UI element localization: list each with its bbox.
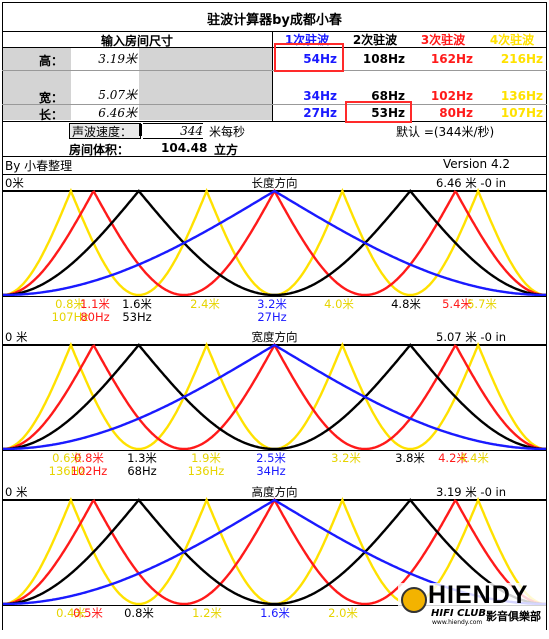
node-frequency-label: 136Hz bbox=[187, 464, 225, 478]
height-freq-4: 216Hz bbox=[500, 52, 543, 66]
version-text: Version 4.2 bbox=[443, 157, 511, 171]
credit-text: By 小春整理 bbox=[5, 159, 73, 173]
volume-value: 104.48 bbox=[161, 141, 208, 155]
mode-header-2: 2次驻波 bbox=[352, 33, 398, 47]
node-frequency-label: 102Hz bbox=[70, 464, 108, 478]
app-title: 驻波计算器by成都小春 bbox=[207, 13, 342, 28]
length-freq-4: 107Hz bbox=[500, 106, 543, 120]
node-distance-label: 4.0米 bbox=[324, 297, 354, 311]
node-distance-label: 2.4米 bbox=[190, 297, 220, 311]
node-distance-label: 2.0米 bbox=[328, 606, 358, 620]
height-freq-2: 108Hz bbox=[362, 52, 405, 66]
node-frequency-label: 27Hz bbox=[257, 310, 287, 324]
height-input[interactable]: 3.19米 bbox=[71, 50, 137, 68]
node-distance-label: 3.8米 bbox=[395, 451, 425, 465]
node-frequency-label: 80Hz bbox=[80, 310, 110, 324]
length-freq-1: 27Hz bbox=[303, 106, 337, 120]
panel-length: 0米 长度方向 6.46 米 -0 in 0.8米 107Hz 1.1米 80Hz 1.6米 5… bbox=[0, 175, 549, 330]
node-distance-label: 0.5米 bbox=[73, 606, 103, 620]
width-freq-3: 102Hz bbox=[430, 89, 473, 103]
length-freq-3: 80Hz bbox=[439, 106, 473, 120]
height-label: 高： bbox=[39, 54, 64, 68]
node-distance-label: 4.8米 bbox=[391, 297, 421, 311]
mode-header-3: 3次驻波 bbox=[420, 33, 466, 47]
mode-3-curve bbox=[3, 342, 546, 451]
watermark-url: www.hiendy.com bbox=[432, 619, 483, 626]
sound-speed-label: 声波速度： bbox=[72, 125, 133, 139]
width-freq-4: 136Hz bbox=[500, 89, 543, 103]
node-distance-label: 0.8米 bbox=[124, 606, 154, 620]
highlight-box-53hz bbox=[345, 101, 412, 123]
hiendy-watermark: HIENDY HIFI CLUB 影音俱樂部 www.hiendy.com bbox=[398, 581, 546, 629]
standing-wave-curves bbox=[2, 341, 547, 451]
node-frequency-label: 53Hz bbox=[122, 310, 152, 324]
node-frequency-label: 68Hz bbox=[127, 464, 157, 478]
width-freq-1: 34Hz bbox=[303, 89, 337, 103]
length-input[interactable]: 6.46米 bbox=[71, 105, 137, 121]
sound-speed-unit: 米每秒 bbox=[209, 125, 246, 139]
width-input[interactable]: 5.07米 bbox=[71, 87, 137, 104]
node-distance-label: 1.6米 bbox=[260, 606, 290, 620]
watermark-sub: HIFI CLUB bbox=[431, 608, 487, 619]
mode-header-4: 4次驻波 bbox=[489, 33, 535, 47]
standing-wave-curves bbox=[2, 187, 547, 297]
panel-width: 0 米宽度方向 5.07 米 -0 in 0.6米 136Hz 0.8米 102Hz 1.3… bbox=[0, 329, 549, 484]
watermark-cn: 影音俱樂部 bbox=[486, 610, 541, 623]
height-freq-3: 162Hz bbox=[430, 52, 473, 66]
sound-speed-input[interactable]: 344 bbox=[143, 123, 203, 139]
watermark-brand: HIENDY bbox=[428, 581, 529, 609]
highlight-box-54hz bbox=[274, 43, 344, 72]
node-distance-label: 4.4米 bbox=[459, 451, 489, 465]
node-distance-label: 5.7米 bbox=[467, 297, 497, 311]
mode-3-curve bbox=[3, 188, 546, 297]
hiendy-logo-icon bbox=[401, 587, 427, 613]
node-frequency-label: 34Hz bbox=[256, 464, 286, 478]
node-distance-label: 1.2米 bbox=[192, 606, 222, 620]
node-distance-label: 3.2米 bbox=[331, 451, 361, 465]
sound-speed-default: 默认 =(344米/秒) bbox=[396, 125, 495, 139]
